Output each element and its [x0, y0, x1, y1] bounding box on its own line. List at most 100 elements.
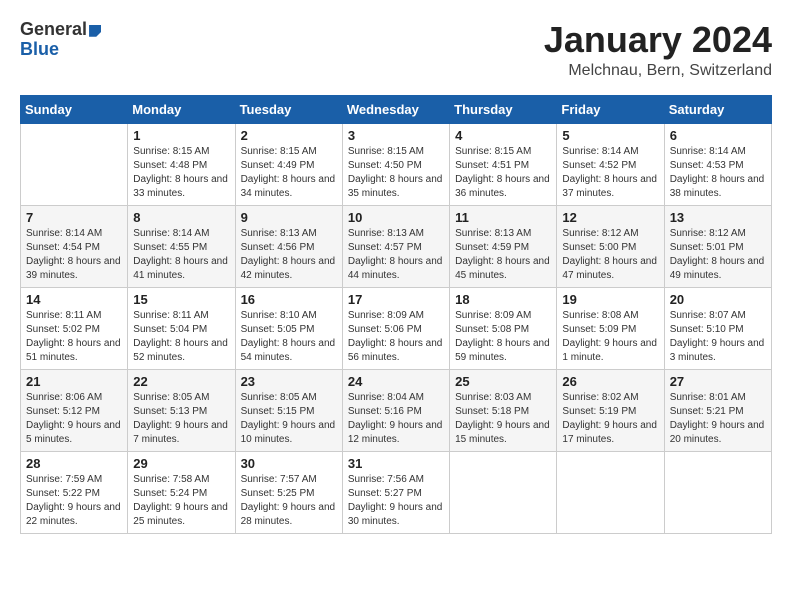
day-number: 23: [241, 374, 337, 389]
day-number: 24: [348, 374, 444, 389]
calendar-header-tuesday: Tuesday: [235, 95, 342, 123]
logo: General Blue: [20, 20, 101, 60]
calendar-cell: [664, 451, 771, 533]
calendar-cell: 22Sunrise: 8:05 AMSunset: 5:13 PMDayligh…: [128, 369, 235, 451]
day-number: 3: [348, 128, 444, 143]
logo-top: General: [20, 20, 101, 40]
day-info: Sunrise: 8:04 AMSunset: 5:16 PMDaylight:…: [348, 391, 444, 447]
calendar-header-wednesday: Wednesday: [342, 95, 449, 123]
day-info: Sunrise: 8:14 AMSunset: 4:55 PMDaylight:…: [133, 227, 229, 283]
calendar-cell: [21, 123, 128, 205]
day-info: Sunrise: 8:14 AMSunset: 4:52 PMDaylight:…: [562, 145, 658, 201]
day-number: 21: [26, 374, 122, 389]
day-number: 11: [455, 210, 551, 225]
day-info: Sunrise: 8:07 AMSunset: 5:10 PMDaylight:…: [670, 309, 766, 365]
calendar-cell: 1 Sunrise: 8:15 AMSunset: 4:48 PMDaylight…: [128, 123, 235, 205]
day-info: Sunrise: 8:11 AMSunset: 5:04 PMDaylight:…: [133, 309, 229, 365]
day-number: 26: [562, 374, 658, 389]
day-info: Sunrise: 8:12 AMSunset: 5:00 PMDaylight:…: [562, 227, 658, 283]
day-info: Sunrise: 8:08 AMSunset: 5:09 PMDaylight:…: [562, 309, 658, 365]
day-number: 1: [133, 128, 229, 143]
day-number: 16: [241, 292, 337, 307]
calendar-cell: 15 Sunrise: 8:11 AMSunset: 5:04 PMDayligh…: [128, 287, 235, 369]
calendar-header-saturday: Saturday: [664, 95, 771, 123]
day-info: Sunrise: 7:58 AMSunset: 5:24 PMDaylight:…: [133, 473, 229, 529]
month-title: January 2024: [544, 20, 772, 60]
calendar-cell: 26 Sunrise: 8:02 AMSunset: 5:19 PMDayligh…: [557, 369, 664, 451]
calendar-cell: 30 Sunrise: 7:57 AMSunset: 5:25 PMDayligh…: [235, 451, 342, 533]
day-info: Sunrise: 8:15 AMSunset: 4:50 PMDaylight:…: [348, 145, 444, 201]
day-number: 7: [26, 210, 122, 225]
calendar-header-row: SundayMondayTuesdayWednesdayThursdayFrid…: [21, 95, 772, 123]
day-number: 31: [348, 456, 444, 471]
day-number: 2: [241, 128, 337, 143]
calendar-header-friday: Friday: [557, 95, 664, 123]
day-info: Sunrise: 7:57 AMSunset: 5:25 PMDaylight:…: [241, 473, 337, 529]
calendar-cell: 24 Sunrise: 8:04 AMSunset: 5:16 PMDayligh…: [342, 369, 449, 451]
calendar-cell: 21 Sunrise: 8:06 AMSunset: 5:12 PMDayligh…: [21, 369, 128, 451]
day-number: 28: [26, 456, 122, 471]
day-number: 14: [26, 292, 122, 307]
calendar-cell: 16 Sunrise: 8:10 AMSunset: 5:05 PMDayligh…: [235, 287, 342, 369]
day-info: Sunrise: 8:09 AMSunset: 5:06 PMDaylight:…: [348, 309, 444, 365]
day-info: Sunrise: 8:12 AMSunset: 5:01 PMDaylight:…: [670, 227, 766, 283]
day-number: 20: [670, 292, 766, 307]
calendar-header-sunday: Sunday: [21, 95, 128, 123]
day-number: 17: [348, 292, 444, 307]
calendar-week-row: 21 Sunrise: 8:06 AMSunset: 5:12 PMDayligh…: [21, 369, 772, 451]
calendar-cell: 6Sunrise: 8:14 AMSunset: 4:53 PMDaylight…: [664, 123, 771, 205]
day-info: Sunrise: 8:01 AMSunset: 5:21 PMDaylight:…: [670, 391, 766, 447]
day-number: 19: [562, 292, 658, 307]
calendar-cell: 28 Sunrise: 7:59 AMSunset: 5:22 PMDayligh…: [21, 451, 128, 533]
day-number: 25: [455, 374, 551, 389]
page-header: General Blue January 2024 Melchnau, Bern…: [20, 20, 772, 80]
day-info: Sunrise: 8:02 AMSunset: 5:19 PMDaylight:…: [562, 391, 658, 447]
day-info: Sunrise: 8:09 AMSunset: 5:08 PMDaylight:…: [455, 309, 551, 365]
calendar-cell: 19 Sunrise: 8:08 AMSunset: 5:09 PMDayligh…: [557, 287, 664, 369]
calendar-cell: 29Sunrise: 7:58 AMSunset: 5:24 PMDayligh…: [128, 451, 235, 533]
calendar-cell: 5Sunrise: 8:14 AMSunset: 4:52 PMDaylight…: [557, 123, 664, 205]
day-info: Sunrise: 8:14 AMSunset: 4:54 PMDaylight:…: [26, 227, 122, 283]
calendar-cell: 27Sunrise: 8:01 AMSunset: 5:21 PMDayligh…: [664, 369, 771, 451]
day-info: Sunrise: 7:56 AMSunset: 5:27 PMDaylight:…: [348, 473, 444, 529]
calendar-cell: [450, 451, 557, 533]
logo-icon: [89, 25, 101, 37]
calendar-cell: [557, 451, 664, 533]
day-number: 9: [241, 210, 337, 225]
day-number: 30: [241, 456, 337, 471]
logo-general-text: General: [20, 19, 87, 39]
day-info: Sunrise: 7:59 AMSunset: 5:22 PMDaylight:…: [26, 473, 122, 529]
calendar-table: SundayMondayTuesdayWednesdayThursdayFrid…: [20, 95, 772, 534]
day-number: 8: [133, 210, 229, 225]
day-number: 10: [348, 210, 444, 225]
calendar-cell: 20 Sunrise: 8:07 AMSunset: 5:10 PMDayligh…: [664, 287, 771, 369]
calendar-week-row: 14 Sunrise: 8:11 AMSunset: 5:02 PMDayligh…: [21, 287, 772, 369]
day-info: Sunrise: 8:06 AMSunset: 5:12 PMDaylight:…: [26, 391, 122, 447]
calendar-cell: 3 Sunrise: 8:15 AMSunset: 4:50 PMDaylight…: [342, 123, 449, 205]
calendar-cell: 8 Sunrise: 8:14 AMSunset: 4:55 PMDaylight…: [128, 205, 235, 287]
day-number: 22: [133, 374, 229, 389]
calendar-cell: 9 Sunrise: 8:13 AMSunset: 4:56 PMDaylight…: [235, 205, 342, 287]
calendar-cell: 12 Sunrise: 8:12 AMSunset: 5:00 PMDayligh…: [557, 205, 664, 287]
day-info: Sunrise: 8:13 AMSunset: 4:56 PMDaylight:…: [241, 227, 337, 283]
calendar-cell: 31 Sunrise: 7:56 AMSunset: 5:27 PMDayligh…: [342, 451, 449, 533]
calendar-week-row: 1 Sunrise: 8:15 AMSunset: 4:48 PMDaylight…: [21, 123, 772, 205]
day-info: Sunrise: 8:03 AMSunset: 5:18 PMDaylight:…: [455, 391, 551, 447]
calendar-cell: 11 Sunrise: 8:13 AMSunset: 4:59 PMDayligh…: [450, 205, 557, 287]
day-info: Sunrise: 8:15 AMSunset: 4:48 PMDaylight:…: [133, 145, 229, 201]
day-info: Sunrise: 8:10 AMSunset: 5:05 PMDaylight:…: [241, 309, 337, 365]
day-info: Sunrise: 8:13 AMSunset: 4:57 PMDaylight:…: [348, 227, 444, 283]
day-info: Sunrise: 8:15 AMSunset: 4:49 PMDaylight:…: [241, 145, 337, 201]
calendar-cell: 25 Sunrise: 8:03 AMSunset: 5:18 PMDayligh…: [450, 369, 557, 451]
title-area: January 2024 Melchnau, Bern, Switzerland: [544, 20, 772, 80]
day-number: 12: [562, 210, 658, 225]
calendar-week-row: 7 Sunrise: 8:14 AMSunset: 4:54 PMDaylight…: [21, 205, 772, 287]
location: Melchnau, Bern, Switzerland: [544, 62, 772, 80]
day-info: Sunrise: 8:15 AMSunset: 4:51 PMDaylight:…: [455, 145, 551, 201]
day-info: Sunrise: 8:11 AMSunset: 5:02 PMDaylight:…: [26, 309, 122, 365]
day-info: Sunrise: 8:13 AMSunset: 4:59 PMDaylight:…: [455, 227, 551, 283]
calendar-week-row: 28 Sunrise: 7:59 AMSunset: 5:22 PMDayligh…: [21, 451, 772, 533]
day-number: 15: [133, 292, 229, 307]
logo-blue-text: Blue: [20, 40, 59, 60]
calendar-cell: 14 Sunrise: 8:11 AMSunset: 5:02 PMDayligh…: [21, 287, 128, 369]
